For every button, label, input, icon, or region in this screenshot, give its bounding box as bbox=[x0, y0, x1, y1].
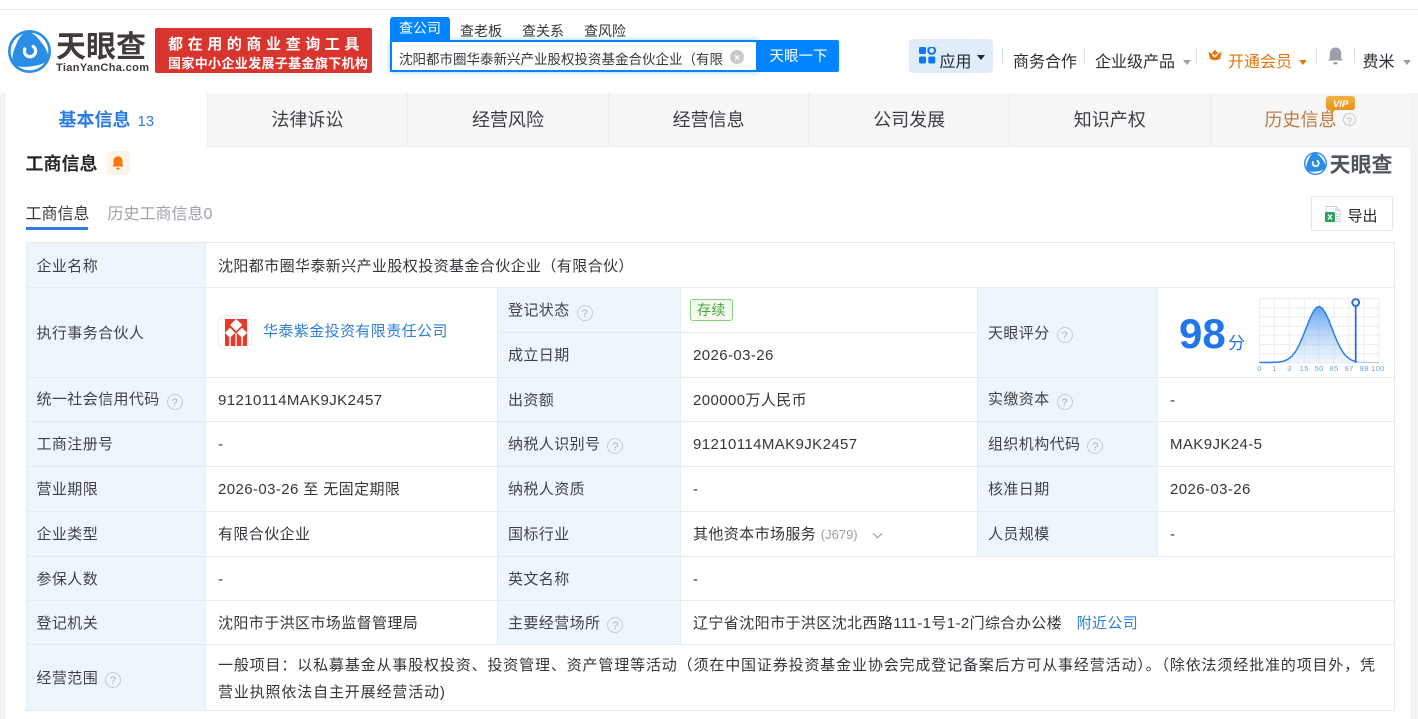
svg-text:100: 100 bbox=[1371, 364, 1385, 372]
svg-text:50: 50 bbox=[1315, 364, 1324, 372]
svg-text:85: 85 bbox=[1330, 364, 1339, 372]
svg-text:99: 99 bbox=[1360, 364, 1369, 372]
svg-text:15: 15 bbox=[1300, 364, 1309, 372]
svg-text:1: 1 bbox=[1272, 364, 1277, 372]
svg-text:0: 0 bbox=[1257, 364, 1262, 372]
svg-text:3: 3 bbox=[1287, 364, 1292, 372]
svg-text:97: 97 bbox=[1345, 364, 1354, 372]
